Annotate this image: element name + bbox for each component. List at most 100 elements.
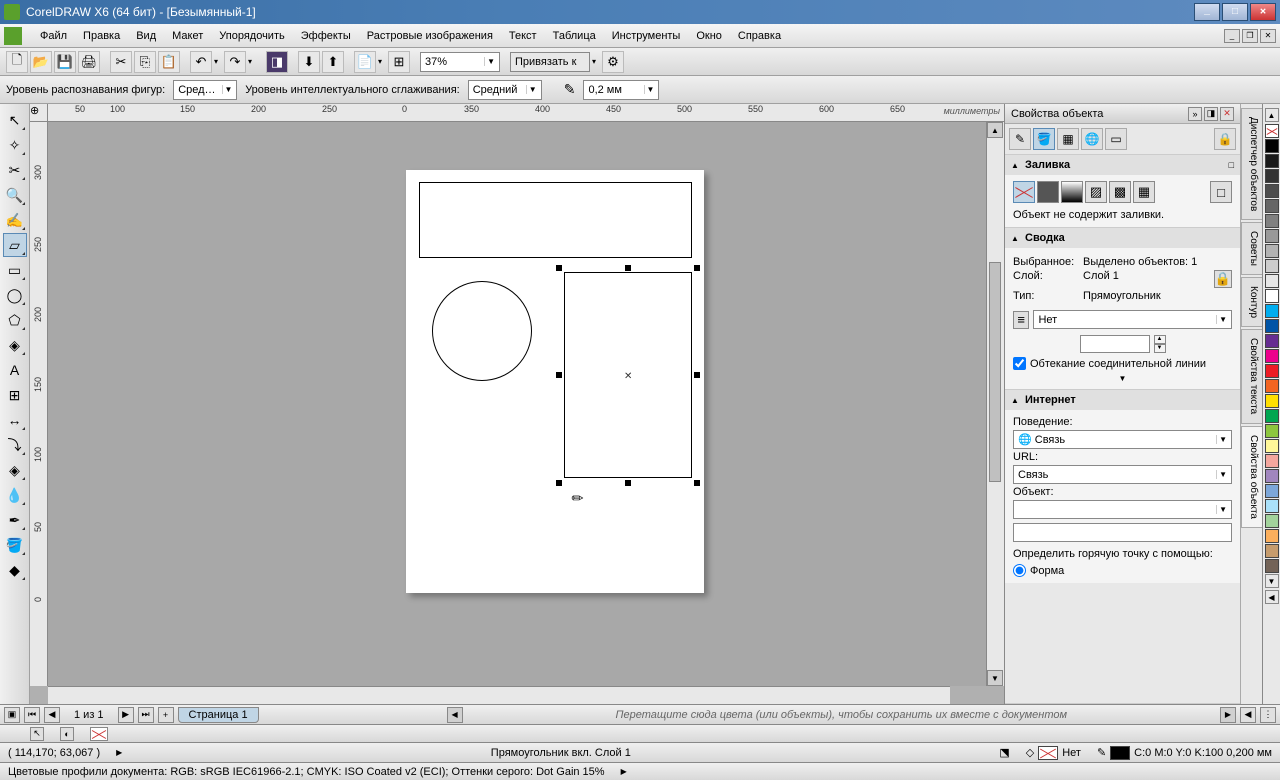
snap-to[interactable]: Привязать к — [510, 52, 590, 72]
snap-dropdown[interactable]: ▾ — [592, 57, 600, 66]
tab-internet[interactable]: 🌐 — [1081, 128, 1103, 150]
menu-file[interactable]: Файл — [32, 27, 75, 45]
swatch-color[interactable] — [1265, 289, 1279, 303]
undock-button[interactable]: ◨ — [266, 51, 288, 73]
menu-window[interactable]: Окно — [688, 27, 730, 45]
text-tool[interactable]: A — [3, 358, 27, 382]
print-button[interactable]: 🖨 — [78, 51, 100, 73]
swatch-color[interactable] — [1265, 334, 1279, 348]
swatch-color[interactable] — [1265, 424, 1279, 438]
canvas-background[interactable]: ✕ ✎ — [48, 122, 1004, 686]
vertical-scrollbar[interactable]: ▲ ▼ — [986, 122, 1004, 686]
horizontal-scrollbar[interactable] — [48, 686, 950, 704]
swatch-color[interactable] — [1265, 529, 1279, 543]
object-dropdown[interactable]: ▼ — [1013, 500, 1232, 519]
tab-outline[interactable]: ✎ — [1009, 128, 1031, 150]
mdi-close-button[interactable]: ✕ — [1260, 29, 1276, 43]
mdi-restore-button[interactable]: ❐ — [1242, 29, 1258, 43]
undo-dropdown[interactable]: ▾ — [214, 57, 222, 66]
publish-dropdown[interactable]: ▾ — [378, 57, 386, 66]
wrap-style[interactable]: Нет ▼ — [1033, 310, 1232, 329]
save-button[interactable]: 💾 — [54, 51, 76, 73]
color-proof-button[interactable]: ◐ — [60, 727, 74, 741]
hotspot-shape-radio[interactable] — [1013, 564, 1026, 577]
redo-dropdown[interactable]: ▾ — [248, 57, 256, 66]
swatch-color[interactable] — [1265, 499, 1279, 513]
table-tool[interactable]: ⊞ — [3, 383, 27, 407]
open-button[interactable]: 📂 — [30, 51, 52, 73]
palette-flyout[interactable]: ◀ — [1240, 707, 1256, 723]
tab-lock-button[interactable]: 🔒 — [1214, 128, 1236, 150]
interactive-tool[interactable]: ◈ — [3, 458, 27, 482]
hscroll-left-button[interactable]: ◀ — [447, 707, 463, 723]
redo-button[interactable]: ↷ — [224, 51, 246, 73]
menu-table[interactable]: Таблица — [545, 27, 604, 45]
behavior-dropdown[interactable]: 🌐 Связь ▼ — [1013, 430, 1232, 449]
outline-width[interactable]: 0,2 мм ▼ — [583, 80, 659, 100]
selection-handle-sw[interactable] — [556, 480, 562, 486]
docker-tab-text-props[interactable]: Свойства текста — [1241, 329, 1262, 423]
selection-handle-ne[interactable] — [694, 265, 700, 271]
scroll-thumb-v[interactable] — [989, 262, 1001, 482]
swatch-color[interactable] — [1265, 379, 1279, 393]
selection-handle-s[interactable] — [625, 480, 631, 486]
swatch-color[interactable] — [1265, 409, 1279, 423]
selection-handle-nw[interactable] — [556, 265, 562, 271]
crop-tool[interactable]: ✂ — [3, 158, 27, 182]
import-button[interactable]: ⬇ — [298, 51, 320, 73]
ellipse-tool[interactable]: ◯ — [3, 283, 27, 307]
docker-tab-hints[interactable]: Советы — [1241, 222, 1262, 275]
options-button[interactable]: ⚙ — [602, 51, 624, 73]
palette-up-button[interactable]: ▲ — [1265, 108, 1279, 122]
summary-section-header[interactable]: ▲ Сводка — [1005, 228, 1240, 248]
swatch-color[interactable] — [1265, 544, 1279, 558]
horizontal-ruler[interactable]: 0 50 100 150 200 250 350 400 450 500 550… — [48, 104, 1004, 122]
swatch-color[interactable] — [1265, 274, 1279, 288]
polygon-tool[interactable]: ⬠ — [3, 308, 27, 332]
docker-tab-contour[interactable]: Контур — [1241, 277, 1262, 327]
swatch-color[interactable] — [1265, 214, 1279, 228]
no-fill-indicator-button[interactable] — [90, 727, 108, 741]
prev-page-button[interactable]: ◀ — [44, 707, 60, 723]
menu-arrange[interactable]: Упорядочить — [211, 27, 292, 45]
mdi-minimize-button[interactable]: _ — [1224, 29, 1240, 43]
swatch-color[interactable] — [1265, 514, 1279, 528]
coreldraw-icon[interactable] — [4, 27, 22, 45]
maximize-button[interactable]: □ — [1222, 3, 1248, 21]
spinner-down[interactable]: ▼ — [1154, 344, 1166, 353]
export-button[interactable]: ⬆ — [322, 51, 344, 73]
swatch-color[interactable] — [1265, 439, 1279, 453]
swatch-color[interactable] — [1265, 154, 1279, 168]
scroll-down-button[interactable]: ▼ — [987, 670, 1003, 686]
menu-help[interactable]: Справка — [730, 27, 789, 45]
menu-layout[interactable]: Макет — [164, 27, 211, 45]
selection-handle-n[interactable] — [625, 265, 631, 271]
shape-tool[interactable]: ✧ — [3, 133, 27, 157]
swatch-color[interactable] — [1265, 469, 1279, 483]
swatch-color[interactable] — [1265, 229, 1279, 243]
menu-view[interactable]: Вид — [128, 27, 164, 45]
fountain-fill-button[interactable] — [1061, 181, 1083, 203]
nav-toggle[interactable]: ▣ — [4, 707, 20, 723]
page-tab-1[interactable]: Страница 1 — [178, 707, 259, 723]
smart-drawing-tool[interactable]: ▱ — [3, 233, 27, 257]
swatch-color[interactable] — [1265, 169, 1279, 183]
internet-section-header[interactable]: ▲ Интернет — [1005, 390, 1240, 410]
swatch-color[interactable] — [1265, 349, 1279, 363]
shape-circle[interactable] — [432, 281, 532, 381]
texture-fill-button[interactable]: ▩ — [1109, 181, 1131, 203]
paste-button[interactable]: 📋 — [158, 51, 180, 73]
new-button[interactable]: 🗋 — [6, 51, 28, 73]
docker-collapse-button[interactable]: » — [1188, 107, 1202, 121]
menu-bitmap[interactable]: Растровые изображения — [359, 27, 501, 45]
swatch-color[interactable] — [1265, 139, 1279, 153]
fill-tool[interactable]: 🪣 — [3, 533, 27, 557]
swatch-color[interactable] — [1265, 259, 1279, 273]
url-dropdown[interactable]: Связь ▼ — [1013, 465, 1232, 484]
lock-layer-button[interactable]: 🔒 — [1214, 270, 1232, 288]
section-expand[interactable]: ▼ — [1013, 374, 1232, 383]
menu-effects[interactable]: Эффекты — [293, 27, 359, 45]
swatch-color[interactable] — [1265, 559, 1279, 573]
docker-close-button[interactable]: ✕ — [1220, 107, 1234, 121]
no-fill-button[interactable] — [1013, 181, 1035, 203]
